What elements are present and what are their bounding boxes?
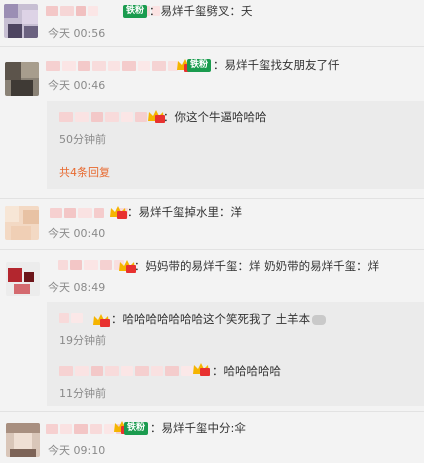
comment-text: ：易烊千玺掉水里：洋 [127,205,242,219]
reply-username[interactable] [59,365,193,377]
fan-badge: 铁粉 [123,5,148,18]
divider [0,198,424,199]
comment-item: 铁粉 ：易烊千玺找女朋友了仟 今天 00:46 ：你这个牛逼哈哈哈 50分钟前 … [0,48,424,198]
reply-text: ：哈哈哈哈哈哈哈这个笑死我了 土羊本 [111,311,327,327]
comment-text: ：妈妈带的易烊千玺：烊 奶奶带的易烊千玺：烊 [134,259,380,273]
comment-time: 今天 00:46 [48,79,106,92]
comment-item: ：易烊千玺掉水里：洋 今天 00:40 [0,200,424,248]
divider [0,46,424,47]
reply-time: 50分钟前 [59,133,106,146]
avatar[interactable] [6,423,40,457]
reply-text: ：你这个牛逼哈哈哈 [163,110,267,124]
crown-badge-icon [91,312,113,328]
comment-item: ：妈妈带的易烊千玺：烊 奶奶带的易烊千玺：烊 今天 08:49 ：哈哈哈哈哈哈哈… [0,250,424,410]
comment-time: 今天 08:49 [48,281,106,294]
reply-text-content: ：哈哈哈哈哈哈哈这个笑死我了 土羊本 [111,312,311,326]
reply-box: ：你这个牛逼哈哈哈 50分钟前 共4条回复 [47,101,424,189]
username[interactable] [58,259,124,271]
crown-badge-icon [191,361,213,377]
avatar[interactable] [5,206,39,240]
comment-text: ：易烊千玺找女朋友了仟 [213,58,340,72]
comment-item: 铁粉 ：易烊千玺中分:伞 今天 09:10 [0,412,424,463]
comment-text: ：易烊千玺中分:伞 [150,421,246,435]
fan-badge: 铁粉 [187,59,212,72]
comment-time: 今天 09:10 [48,444,106,457]
fan-badge: 铁粉 [124,422,149,435]
sheep-emoji-icon [312,314,327,325]
comment-item: 铁粉 ：易烊千玺劈叉：夭 今天 00:56 [0,0,424,44]
avatar[interactable] [5,62,39,96]
more-replies-link[interactable]: 共4条回复 [59,166,110,180]
reply-username[interactable] [59,312,83,324]
comment-time: 今天 00:40 [48,227,106,240]
avatar[interactable] [4,4,38,38]
reply-text: ：哈哈哈哈哈 [212,364,281,378]
comment-text: ：易烊千玺劈叉：夭 [149,4,253,18]
avatar[interactable] [6,262,40,296]
username[interactable] [46,60,178,72]
comment-time: 今天 00:56 [48,27,106,40]
reply-username[interactable] [59,111,147,123]
reply-time: 19分钟前 [59,334,106,347]
reply-box: ：哈哈哈哈哈哈哈这个笑死我了 土羊本 19分钟前 ：哈哈哈哈哈 11分钟前 [47,302,424,406]
reply-time: 11分钟前 [59,387,106,400]
